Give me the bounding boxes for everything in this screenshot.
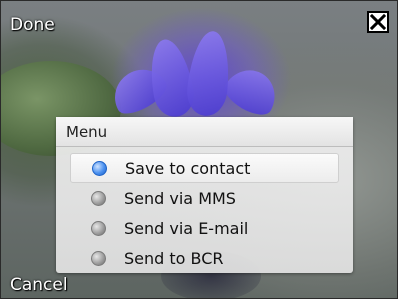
done-softkey[interactable]: Done (10, 15, 55, 35)
menu-item-label: Send to BCR (124, 248, 224, 268)
menu-item-label: Send via MMS (124, 188, 236, 208)
close-button[interactable] (367, 11, 389, 33)
menu-title: Menu (56, 117, 353, 147)
radio-unselected-icon (91, 190, 106, 206)
radio-unselected-icon (91, 220, 106, 236)
context-menu: Menu Save to contact Send via MMS Send v… (56, 117, 353, 273)
lotus-petal (219, 60, 285, 122)
menu-item-label: Save to contact (125, 158, 251, 178)
close-icon (370, 14, 386, 30)
radio-unselected-icon (91, 250, 106, 266)
radio-selected-icon (92, 160, 107, 176)
menu-list: Save to contact Send via MMS Send via E-… (56, 147, 353, 273)
menu-item-send-via-mms[interactable]: Send via MMS (70, 183, 339, 213)
menu-item-save-to-contact[interactable]: Save to contact (70, 153, 339, 183)
menu-item-label: Send via E-mail (124, 218, 249, 238)
cancel-softkey[interactable]: Cancel (10, 275, 68, 295)
lotus-petal (184, 29, 234, 118)
menu-item-send-to-bcr[interactable]: Send to BCR (70, 243, 339, 273)
screen: Done Menu Save to contact Send via MMS S… (0, 0, 398, 299)
menu-item-send-via-email[interactable]: Send via E-mail (70, 213, 339, 243)
